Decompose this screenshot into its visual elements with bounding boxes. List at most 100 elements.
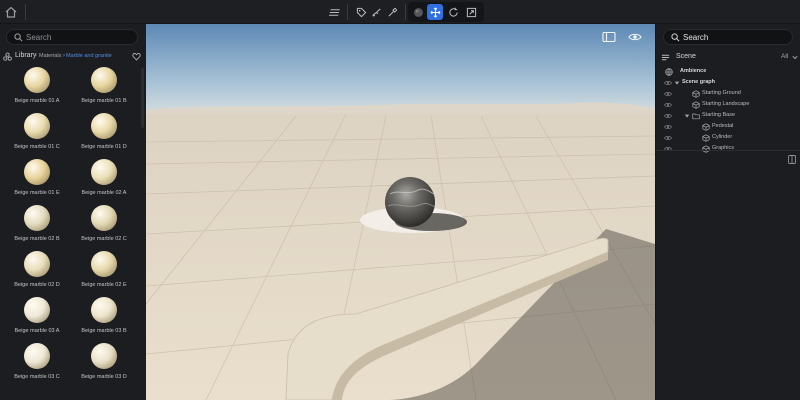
material-tile[interactable]: Beige marble 01 C — [4, 113, 70, 157]
search-icon — [671, 33, 680, 42]
eye-icon[interactable] — [628, 31, 642, 43]
globe-icon — [665, 68, 673, 76]
scene-tree-item[interactable]: Ambience — [656, 67, 800, 78]
library-search-input[interactable]: Search — [6, 29, 138, 45]
home-icon[interactable] — [4, 5, 18, 19]
material-tile[interactable]: Beige marble 02 D — [4, 251, 70, 295]
scene-search-input[interactable]: Search — [663, 29, 793, 45]
scene-tree-item[interactable]: Cylinder — [656, 133, 800, 144]
cube-icon — [692, 90, 700, 98]
visibility-eye-icon[interactable] — [664, 102, 672, 108]
material-name: Beige marble 02 D — [14, 282, 60, 288]
eyedropper-icon[interactable] — [384, 4, 400, 20]
library-scrollbar[interactable] — [141, 68, 144, 128]
toolbar-divider — [347, 4, 348, 20]
breadcrumb-separator: > — [62, 53, 66, 59]
material-tile[interactable]: Beige marble 03 D — [71, 343, 137, 387]
scene-tree-item[interactable]: Starting Landscape — [656, 100, 800, 111]
chevron-down-icon[interactable] — [792, 55, 798, 60]
material-tile[interactable]: Beige marble 03 C — [4, 343, 70, 387]
material-thumbnail — [24, 113, 50, 139]
material-tile[interactable]: Beige marble 02 A — [71, 159, 137, 203]
breadcrumb-materials[interactable]: Materials — [39, 53, 61, 59]
folder-icon — [692, 112, 700, 120]
scene-tree-label: Scene graph — [682, 79, 716, 85]
rotate-icon[interactable] — [445, 4, 461, 20]
material-thumbnail — [91, 67, 117, 93]
search-placeholder: Search — [683, 33, 709, 42]
panel-layout-icon[interactable] — [602, 31, 616, 43]
scene-tree-label: Starting Ground — [702, 90, 741, 96]
search-placeholder: Search — [26, 33, 52, 42]
expand-arrow-icon[interactable] — [674, 80, 680, 86]
heart-icon[interactable] — [132, 52, 141, 61]
toolbar-divider — [405, 4, 406, 20]
material-tile[interactable]: Beige marble 02 B — [4, 205, 70, 249]
material-tile[interactable]: Beige marble 01 B — [71, 67, 137, 111]
sidebar-toggle-icon[interactable] — [788, 155, 796, 164]
material-tile[interactable]: Beige marble 03 B — [71, 297, 137, 341]
move-icon[interactable] — [427, 4, 443, 20]
scene-tree-label: Ambience — [680, 68, 707, 74]
scene-tree-label: Starting Landscape — [702, 101, 750, 107]
breadcrumb-separator: > — [34, 53, 38, 59]
material-thumbnail — [91, 113, 117, 139]
cube-icon — [692, 101, 700, 109]
visibility-eye-icon[interactable] — [664, 146, 672, 152]
expand-arrow-icon[interactable] — [684, 113, 690, 119]
scene-panel: Search Scene All Ambience Scene graph Star… — [655, 24, 800, 400]
breadcrumb-current[interactable]: Marble and granite — [66, 53, 112, 59]
material-name: Beige marble 01 A — [14, 98, 60, 104]
material-name: Beige marble 03 B — [81, 328, 127, 334]
breadcrumb: Library > Materials > Marble and granite — [3, 51, 143, 63]
scene-tree-item[interactable]: Starting Base — [656, 111, 800, 122]
visibility-eye-icon[interactable] — [664, 80, 672, 86]
material-name: Beige marble 01 E — [14, 190, 60, 196]
material-tile[interactable]: Beige marble 01 D — [71, 113, 137, 157]
library-panel: Search Library > Materials > Marble and … — [0, 24, 146, 400]
material-tile[interactable]: Beige marble 03 A — [4, 297, 70, 341]
material-thumbnail — [24, 251, 50, 277]
material-thumbnail — [91, 343, 117, 369]
material-thumbnail — [24, 67, 50, 93]
visibility-eye-icon[interactable] — [664, 124, 672, 130]
material-name: Beige marble 02 E — [81, 282, 127, 288]
visibility-eye-icon[interactable] — [664, 135, 672, 141]
material-name: Beige marble 03 D — [81, 374, 127, 380]
material-thumbnail — [24, 205, 50, 231]
scene-tree-item[interactable]: Pedestal — [656, 122, 800, 133]
material-name: Beige marble 03 C — [14, 374, 60, 380]
library-icon — [3, 52, 12, 61]
scene-filter-select[interactable]: All — [781, 53, 788, 60]
material-thumbnail — [91, 297, 117, 323]
visibility-eye-icon[interactable] — [664, 91, 672, 97]
material-name: Beige marble 02 A — [81, 190, 127, 196]
material-name: Beige marble 01 B — [81, 98, 127, 104]
tag-icon[interactable] — [353, 4, 369, 20]
scale-icon[interactable] — [463, 4, 479, 20]
top-toolbar — [0, 0, 800, 24]
material-tile[interactable]: Beige marble 01 E — [4, 159, 70, 203]
material-ball-icon[interactable] — [410, 4, 426, 20]
scene-tree-label: Starting Base — [702, 112, 736, 118]
paint-brush-icon[interactable] — [368, 4, 384, 20]
material-name: Beige marble 02 C — [81, 236, 127, 242]
scene-tree-item[interactable]: Scene graph — [656, 78, 800, 89]
scene-tree-label: Pedestal — [712, 123, 734, 129]
layers-icon[interactable] — [326, 4, 342, 20]
material-thumbnail — [24, 297, 50, 323]
3d-viewport[interactable] — [146, 24, 655, 400]
scene-tree-item[interactable]: Starting Ground — [656, 89, 800, 100]
visibility-eye-icon[interactable] — [664, 113, 672, 119]
material-tile[interactable]: Beige marble 01 A — [4, 67, 70, 111]
scene-title: Scene — [676, 53, 696, 60]
material-tile[interactable]: Beige marble 02 E — [71, 251, 137, 295]
material-tile[interactable]: Beige marble 02 C — [71, 205, 137, 249]
marble-sphere[interactable] — [385, 177, 435, 227]
material-thumbnail — [24, 159, 50, 185]
material-name: Beige marble 02 B — [14, 236, 60, 242]
list-icon — [661, 54, 670, 61]
cube-icon — [702, 145, 710, 153]
scene-header: Scene All — [661, 52, 798, 64]
cube-icon — [702, 123, 710, 131]
